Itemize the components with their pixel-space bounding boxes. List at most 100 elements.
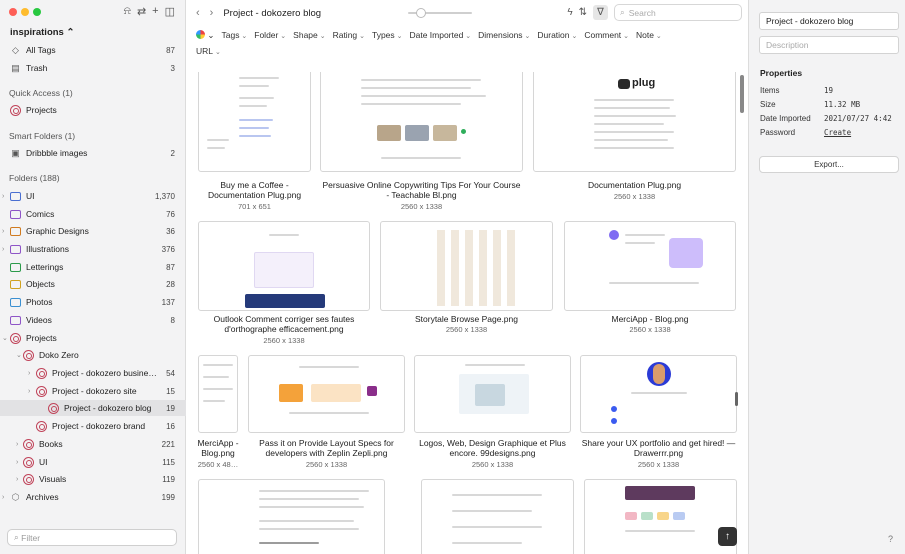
sidebar-item-dokozero-site[interactable]: › Project - dokozero site 15 xyxy=(0,383,186,399)
color-filter[interactable]: ⌄ xyxy=(196,28,214,44)
chevron-down-icon[interactable]: ⌄ xyxy=(16,351,22,359)
filter-folder[interactable]: Folder xyxy=(254,28,286,44)
sidebar-item-illustrations[interactable]: › Illustrations 376 xyxy=(0,241,186,257)
filter-types[interactable]: Types xyxy=(372,28,403,44)
zoom-window-button[interactable] xyxy=(33,8,41,16)
asset-thumbnail[interactable] xyxy=(414,355,571,433)
sidebar-item-dokozero-blog[interactable]: Project - dokozero blog 19 xyxy=(0,400,186,416)
sidebar-item-dokozero-business[interactable]: › Project - dokozero busine… 54 xyxy=(0,365,186,381)
sidebar-toggle-icon[interactable]: ◫ xyxy=(165,5,175,18)
asset-thumbnail[interactable]: plug xyxy=(533,72,736,172)
properties-heading: Properties xyxy=(760,68,803,78)
chevron-right-icon[interactable]: › xyxy=(16,476,18,483)
folder-icon xyxy=(10,191,21,202)
thumbnail-size-slider-handle[interactable] xyxy=(416,8,426,18)
arrow-up-icon: ↑ xyxy=(725,531,730,542)
sidebar-item-comics[interactable]: Comics 76 xyxy=(0,206,186,222)
filter-comment[interactable]: Comment xyxy=(584,28,629,44)
asset-thumbnail[interactable] xyxy=(198,221,370,311)
filter-shape[interactable]: Shape xyxy=(293,28,325,44)
forward-button[interactable]: › xyxy=(210,7,214,19)
prop-value: 11.32 MB xyxy=(824,100,861,109)
close-window-button[interactable] xyxy=(9,8,17,16)
sidebar-item-dribbble-images[interactable]: ▣ Dribbble images 2 xyxy=(0,145,186,161)
prop-label: Date Imported xyxy=(760,114,811,123)
item-count: 199 xyxy=(161,492,175,502)
sidebar-item-visuals[interactable]: › Visuals 119 xyxy=(0,471,186,487)
asset-thumbnail[interactable] xyxy=(198,72,311,172)
sidebar-filter-input[interactable]: ⌕ Filter xyxy=(7,529,177,546)
create-password-link[interactable]: Create xyxy=(824,128,851,137)
filter-duration[interactable]: Duration xyxy=(537,28,577,44)
sidebar-item-projects-ui[interactable]: › UI 115 xyxy=(0,454,186,470)
item-count: 221 xyxy=(161,439,175,449)
sidebar-item-doko-zero[interactable]: ⌄ Doko Zero xyxy=(0,347,186,363)
sidebar-item-label: Illustrations xyxy=(26,244,69,254)
filter-dimensions[interactable]: Dimensions xyxy=(478,28,530,44)
export-button[interactable]: Export... xyxy=(759,156,899,173)
prop-date-imported: Date Imported 2021/07/27 4:42 xyxy=(760,114,900,123)
bell-icon[interactable]: ⍾ xyxy=(124,5,131,18)
chevron-right-icon[interactable]: › xyxy=(2,228,4,235)
asset-thumbnail[interactable] xyxy=(584,479,737,554)
library-switcher[interactable]: inspirations ⌃ xyxy=(10,27,74,38)
asset-thumbnail[interactable] xyxy=(380,221,553,311)
grid-scrollbar[interactable] xyxy=(740,75,744,113)
chevron-right-icon[interactable]: › xyxy=(16,459,18,466)
asset-thumbnail[interactable] xyxy=(248,355,405,433)
sidebar-item-projects[interactable]: ⌄ Projects xyxy=(0,330,186,346)
asset-thumbnail[interactable] xyxy=(320,72,523,172)
chevron-right-icon[interactable]: › xyxy=(2,494,4,501)
sidebar-item-ui[interactable]: › UI 1,370 xyxy=(0,188,186,204)
item-count: 19 xyxy=(166,403,175,413)
swap-icon[interactable]: ⇄ xyxy=(137,5,146,18)
filter-rating[interactable]: Rating xyxy=(333,28,365,44)
asset-name: Storytale Browse Page.png xyxy=(414,314,518,324)
back-button[interactable]: ‹ xyxy=(196,7,200,19)
sidebar-item-photos[interactable]: Photos 137 xyxy=(0,294,186,310)
scroll-to-top-button[interactable]: ↑ xyxy=(718,527,737,546)
sidebar-item-videos[interactable]: Videos 8 xyxy=(0,312,186,328)
sidebar-item-dokozero-brand[interactable]: Project - dokozero brand 16 xyxy=(0,418,186,434)
chevron-right-icon[interactable]: › xyxy=(16,441,18,448)
minimize-window-button[interactable] xyxy=(21,8,29,16)
sidebar-item-label: Videos xyxy=(26,315,52,325)
sidebar-item-graphic-designs[interactable]: › Graphic Designs 36 xyxy=(0,223,186,239)
quick-access-heading[interactable]: Quick Access (1) xyxy=(9,88,73,98)
lightning-icon[interactable]: ϟ xyxy=(567,7,572,18)
filter-date-imported[interactable]: Date Imported xyxy=(409,28,471,44)
help-button[interactable]: ? xyxy=(888,534,893,544)
search-input[interactable]: ⌕ Search xyxy=(614,4,742,21)
sort-icon[interactable]: ⇅ xyxy=(579,7,587,18)
sidebar-item-all-tags[interactable]: ◇ All Tags 87 xyxy=(0,42,186,58)
sidebar-item-trash[interactable]: ▤ Trash 3 xyxy=(0,60,186,76)
sidebar-item-archives[interactable]: › ⬡ Archives 199 xyxy=(0,489,186,505)
add-icon[interactable]: + xyxy=(152,5,158,18)
filter-toggle-button[interactable]: ∇ xyxy=(593,5,608,20)
asset-thumbnail[interactable] xyxy=(580,355,737,433)
chevron-right-icon[interactable]: › xyxy=(28,370,30,377)
chevron-right-icon[interactable]: › xyxy=(2,246,4,253)
asset-thumbnail[interactable] xyxy=(198,355,238,433)
sidebar-item-projects-shortcut[interactable]: Projects xyxy=(0,102,186,118)
chevron-right-icon[interactable]: › xyxy=(2,193,4,200)
asset-thumbnail[interactable] xyxy=(421,479,574,554)
row-scroll-indicator[interactable] xyxy=(735,392,738,406)
description-field[interactable]: Description xyxy=(759,36,899,54)
filter-url[interactable]: URL xyxy=(196,44,221,60)
sidebar-item-books[interactable]: › Books 221 xyxy=(0,436,186,452)
smart-folders-heading[interactable]: Smart Folders (1) xyxy=(9,131,75,141)
folders-heading[interactable]: Folders (188) xyxy=(9,173,60,183)
chevron-right-icon[interactable]: › xyxy=(28,388,30,395)
chevron-down-icon[interactable]: ⌄ xyxy=(2,334,8,342)
filter-tags[interactable]: Tags xyxy=(221,28,247,44)
sidebar-item-letterings[interactable]: Letterings 87 xyxy=(0,259,186,275)
filter-note[interactable]: Note xyxy=(636,28,662,44)
item-count: 115 xyxy=(162,457,175,467)
asset-thumbnail[interactable] xyxy=(198,479,385,554)
asset-name: MerciApp - Blog.png xyxy=(611,314,689,324)
asset-dimensions: 2560 x 1338 xyxy=(471,460,514,469)
asset-thumbnail[interactable] xyxy=(564,221,736,311)
folder-name-field[interactable]: Project - dokozero blog xyxy=(759,12,899,30)
sidebar-item-objects[interactable]: Objects 28 xyxy=(0,276,186,292)
